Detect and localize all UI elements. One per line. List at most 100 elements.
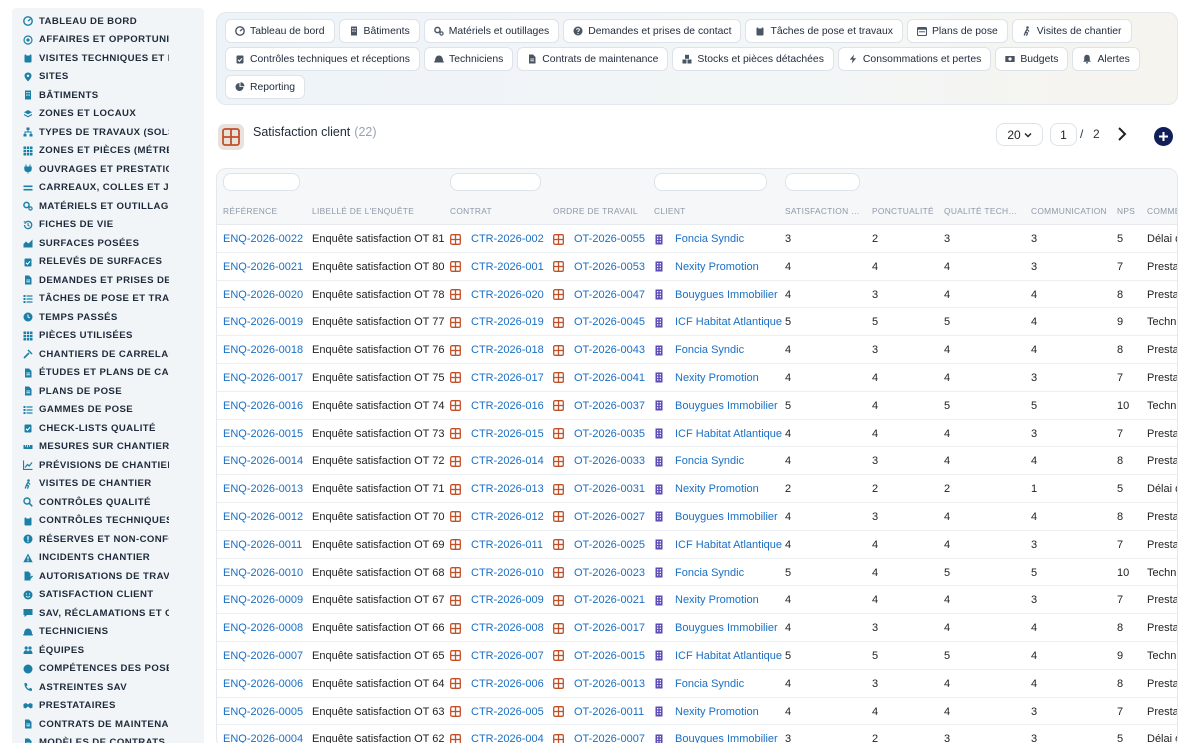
order-link[interactable]: OT-2026-0045 <box>574 316 645 328</box>
cell-order[interactable]: OT-2026-0035 <box>553 428 645 440</box>
cell-client[interactable]: Foncia Syndic <box>654 455 744 467</box>
cell-reference[interactable]: ENQ-2026-0007 <box>223 650 303 662</box>
cell-contract[interactable]: CTR-2026-010 <box>450 567 544 579</box>
sidebar-item-etudes-et-plans-de-calepinage[interactable]: ÉTUDES ET PLANS DE CALEPINAGE <box>23 364 169 383</box>
sidebar-item-mesures-sur-chantier[interactable]: MESURES SUR CHANTIER <box>23 438 169 457</box>
order-link[interactable]: OT-2026-0017 <box>574 622 645 634</box>
cell-reference[interactable]: ENQ-2026-0013 <box>223 483 303 495</box>
sidebar-item-ouvrages-et-prestations[interactable]: OUVRAGES ET PRESTATIONS <box>23 160 169 179</box>
nav-button-budgets[interactable]: Budgets <box>995 47 1069 71</box>
nav-button-plans-de-pose[interactable]: Plans de pose <box>906 19 1008 43</box>
cell-order[interactable]: OT-2026-0037 <box>553 400 645 412</box>
order-link[interactable]: OT-2026-0047 <box>574 289 645 301</box>
contract-link[interactable]: CTR-2026-020 <box>471 289 544 301</box>
order-link[interactable]: OT-2026-0011 <box>574 706 644 718</box>
client-link[interactable]: ICF Habitat Atlantique <box>675 650 782 662</box>
sidebar-item-releves-de-surfaces[interactable]: RELEVÉS DE SURFACES <box>23 253 169 272</box>
cell-order[interactable]: OT-2026-0017 <box>553 622 645 634</box>
column-header-contract[interactable]: CONTRAT <box>450 206 492 216</box>
table-row[interactable]: ENQ-2026-0014 Enquête satisfaction OT 72 C… <box>217 447 1177 476</box>
cell-client[interactable]: ICF Habitat Atlantique <box>654 650 782 662</box>
sidebar-item-sav-reclamations-et-garanties[interactable]: SAV, RÉCLAMATIONS ET GARANTIES <box>23 604 169 623</box>
contract-link[interactable]: CTR-2026-002 <box>471 233 544 245</box>
contract-link[interactable]: CTR-2026-011 <box>471 539 543 551</box>
cell-contract[interactable]: CTR-2026-019 <box>450 316 544 328</box>
nav-button-alertes[interactable]: Alertes <box>1072 47 1140 71</box>
cell-order[interactable]: OT-2026-0033 <box>553 455 645 467</box>
cell-order[interactable]: OT-2026-0023 <box>553 567 645 579</box>
cell-client[interactable]: ICF Habitat Atlantique <box>654 539 782 551</box>
client-link[interactable]: Foncia Syndic <box>675 233 744 245</box>
table-row[interactable]: ENQ-2026-0006 Enquête satisfaction OT 64 C… <box>217 670 1177 698</box>
cell-reference[interactable]: ENQ-2026-0012 <box>223 511 303 523</box>
sidebar-item-modeles-de-contrats[interactable]: MODÈLES DE CONTRATS <box>23 734 169 743</box>
nav-button-contrats-de-maintenance[interactable]: Contrats de maintenance <box>517 47 669 71</box>
contract-link[interactable]: CTR-2026-012 <box>471 511 544 523</box>
order-link[interactable]: OT-2026-0031 <box>574 483 645 495</box>
client-link[interactable]: Nexity Promotion <box>675 594 759 606</box>
sidebar-item-fiches-de-vie[interactable]: FICHES DE VIE <box>23 216 169 235</box>
nav-button-demandes-et-prises-de-contact[interactable]: Demandes et prises de contact <box>563 19 742 43</box>
cell-contract[interactable]: CTR-2026-001 <box>450 261 544 273</box>
cell-contract[interactable]: CTR-2026-007 <box>450 650 544 662</box>
column-header-communication[interactable]: COMMUNICATION <box>1031 206 1107 216</box>
cell-order[interactable]: OT-2026-0013 <box>553 678 645 690</box>
cell-reference[interactable]: ENQ-2026-0014 <box>223 455 303 467</box>
cell-order[interactable]: OT-2026-0031 <box>553 483 645 495</box>
contract-link[interactable]: CTR-2026-014 <box>471 455 544 467</box>
nav-button-controles-techniques-et-receptions[interactable]: Contrôles techniques et réceptions <box>225 47 420 71</box>
cell-client[interactable]: Bouygues Immobilier <box>654 289 778 301</box>
order-link[interactable]: OT-2026-0027 <box>574 511 645 523</box>
cell-client[interactable]: ICF Habitat Atlantique <box>654 316 782 328</box>
order-link[interactable]: OT-2026-0015 <box>574 650 645 662</box>
sidebar-item-astreintes-sav[interactable]: ASTREINTES SAV <box>23 678 169 697</box>
filter-contract-input[interactable] <box>450 173 541 191</box>
cell-contract[interactable]: CTR-2026-008 <box>450 622 544 634</box>
table-row[interactable]: ENQ-2026-0017 Enquête satisfaction OT 75 C… <box>217 364 1177 392</box>
sidebar-item-incidents-chantier[interactable]: INCIDENTS CHANTIER <box>23 549 169 568</box>
sidebar-item-techniciens[interactable]: TECHNICIENS <box>23 623 169 642</box>
order-link[interactable]: OT-2026-0041 <box>574 372 645 384</box>
column-header-comment[interactable]: COMME… <box>1147 206 1177 216</box>
sidebar-item-controles-techniques[interactable]: CONTRÔLES TECHNIQUES <box>23 512 169 531</box>
cell-client[interactable]: Nexity Promotion <box>654 706 759 718</box>
next-page-button[interactable] <box>1115 126 1129 142</box>
sidebar-item-zones-et-pieces-metres[interactable]: ZONES ET PIÈCES (MÉTRÉS) <box>23 142 169 161</box>
column-header-satisfaction[interactable]: SATISFACTION … <box>785 206 860 216</box>
contract-link[interactable]: CTR-2026-017 <box>471 372 544 384</box>
client-link[interactable]: Foncia Syndic <box>675 567 744 579</box>
cell-order[interactable]: OT-2026-0021 <box>553 594 645 606</box>
nav-button-materiels-et-outillages[interactable]: Matériels et outillages <box>423 19 560 43</box>
cell-client[interactable]: Foncia Syndic <box>654 344 744 356</box>
cell-client[interactable]: Foncia Syndic <box>654 567 744 579</box>
client-link[interactable]: Nexity Promotion <box>675 706 759 718</box>
table-row[interactable]: ENQ-2026-0018 Enquête satisfaction OT 76 C… <box>217 336 1177 364</box>
column-header-label[interactable]: LIBELLÉ DE L'ENQUÊTE <box>312 206 414 216</box>
page-number-input[interactable]: 1 <box>1050 123 1077 146</box>
cell-client[interactable]: Nexity Promotion <box>654 483 759 495</box>
client-link[interactable]: Bouygues Immobilier <box>675 400 778 412</box>
contract-link[interactable]: CTR-2026-019 <box>471 316 544 328</box>
cell-reference[interactable]: ENQ-2026-0018 <box>223 344 303 356</box>
table-row[interactable]: ENQ-2026-0005 Enquête satisfaction OT 63 C… <box>217 698 1177 726</box>
cell-order[interactable]: OT-2026-0015 <box>553 650 645 662</box>
cell-order[interactable]: OT-2026-0047 <box>553 289 645 301</box>
order-link[interactable]: OT-2026-0007 <box>574 733 645 743</box>
contract-link[interactable]: CTR-2026-007 <box>471 650 544 662</box>
client-link[interactable]: Bouygues Immobilier <box>675 622 778 634</box>
cell-order[interactable]: OT-2026-0045 <box>553 316 645 328</box>
cell-order[interactable]: OT-2026-0011 <box>553 706 644 718</box>
nav-button-consommations-et-pertes[interactable]: Consommations et pertes <box>837 47 992 71</box>
cell-reference[interactable]: ENQ-2026-0017 <box>223 372 303 384</box>
cell-client[interactable]: Nexity Promotion <box>654 594 759 606</box>
table-row[interactable]: ENQ-2026-0021 Enquête satisfaction OT 80 C… <box>217 253 1177 281</box>
table-row[interactable]: ENQ-2026-0007 Enquête satisfaction OT 65 C… <box>217 642 1177 670</box>
cell-contract[interactable]: CTR-2026-013 <box>450 483 544 495</box>
cell-client[interactable]: Bouygues Immobilier <box>654 622 778 634</box>
column-header-ponctualite[interactable]: PONCTUALITÉ <box>872 206 934 216</box>
sidebar-item-materiels-et-outillages[interactable]: MATÉRIELS ET OUTILLAGES <box>23 197 169 216</box>
client-link[interactable]: ICF Habitat Atlantique <box>675 316 782 328</box>
cell-reference[interactable]: ENQ-2026-0016 <box>223 400 303 412</box>
filter-satisfaction-input[interactable] <box>785 173 860 191</box>
contract-link[interactable]: CTR-2026-010 <box>471 567 544 579</box>
